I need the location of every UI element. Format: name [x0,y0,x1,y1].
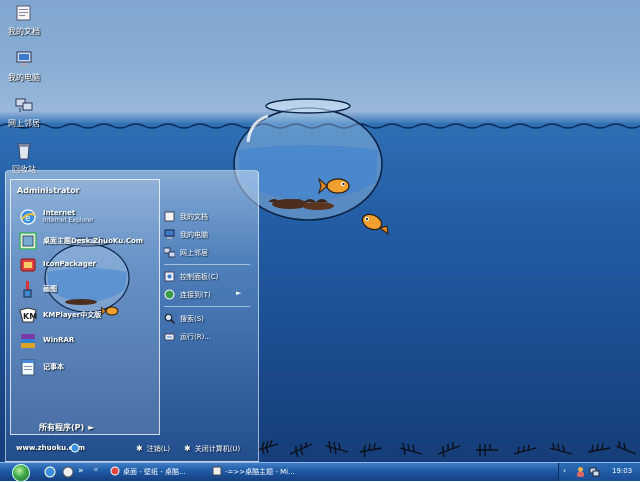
winrar-icon [21,334,35,348]
logoff-icon: ✱ [136,444,143,453]
program-iconpackager[interactable]: IconPackager [19,254,159,276]
svg-text:e: e [25,214,31,224]
program-title: 记事本 [43,363,64,371]
shutdown-icon: ✱ [184,444,191,453]
program-kmplayer[interactable]: KM KMPlayer中文版 [19,304,159,326]
connect-to-icon [164,289,175,300]
places-my-computer[interactable]: 我的电脑 [164,227,256,243]
places-label: 网上邻居 [180,249,208,257]
network-places-icon [164,247,175,258]
browser-icon [212,466,222,476]
quick-launch-browser-icon[interactable] [62,466,74,478]
program-title: Internet [43,209,76,217]
menu-separator [164,264,250,265]
all-programs-label: 所有程序(P) [39,423,85,432]
menu-separator [164,306,250,307]
program-title: 画图 [43,285,57,293]
places-label: 我的文档 [180,213,208,221]
taskbar-task[interactable]: -=>>桌酷主题 - Mi... [210,465,302,479]
places-network[interactable]: 网上邻居 [164,245,256,261]
search-icon [164,313,175,324]
program-internet-explorer[interactable]: e Internet Internet Explorer [19,206,159,228]
places-search[interactable]: 搜索(S) [164,311,256,327]
fish-skeletons-decoration [257,439,637,458]
quick-launch-ie-icon[interactable] [44,466,56,478]
logoff-button[interactable]: ✱ 注销(L) [136,444,170,454]
places-label: 我的电脑 [180,231,208,239]
kmplayer-icon: KM [19,307,37,323]
my-computer-icon [16,51,32,66]
shutdown-label: 关闭计算机(U) [194,445,241,453]
clock[interactable]: 19:03 [612,467,632,475]
tray-user-icon[interactable] [575,466,586,477]
program-paint[interactable]: 画图 [19,278,159,300]
desktop-icon-label: 我的文档 [8,27,40,36]
places-my-documents[interactable]: 我的文档 [164,209,256,225]
shutdown-button[interactable]: ✱ 关闭计算机(U) [184,444,240,454]
recycle-bin-icon [17,143,31,160]
goldfish-illustration [361,213,389,236]
desktop-wallpaper: 我的文档 我的电脑 网上邻居 回收站 [0,0,640,462]
program-title: 桌面主题Desk.ZhuoKu.Com [43,237,144,245]
taskbar-task[interactable]: 桌面 - 壁纸 - 桌酷... [108,465,204,479]
task-label: -=>>桌酷主题 - Mi... [225,468,295,476]
my-computer-icon [164,229,175,239]
internet-explorer-icon: e [20,209,36,225]
places-label: 控制面板(C) [180,273,219,281]
run-icon [164,333,175,341]
notepad-icon [21,359,35,376]
desktop-icon-my-computer[interactable]: 我的电脑 [2,50,46,83]
my-documents-icon [164,211,175,222]
desktop-icon-network-places[interactable]: 网上邻居 [2,96,46,129]
desktop-icon-my-documents[interactable]: 我的文档 [2,4,46,37]
places-connect-to[interactable]: 连接到(T) ► [164,287,256,303]
places-control-panel[interactable]: 控制面板(C) [164,269,256,285]
places-label: 搜索(S) [180,315,204,323]
arrow-right-icon: ► [88,423,95,432]
browser-icon [110,466,120,476]
paint-icon [23,281,32,298]
tray-expand-icon[interactable]: ‹ [563,466,566,475]
iconpackager-icon [20,258,36,272]
quick-launch-chevron-icon[interactable]: » [78,466,90,478]
program-theme[interactable]: 桌面主题Desk.ZhuoKu.Com [19,230,159,252]
theme-icon [19,232,37,250]
start-button[interactable] [12,464,30,482]
taskbar: » « 桌面 - 壁纸 - 桌酷... -=>>桌酷主题 - Mi... ‹ 1… [0,462,640,482]
start-menu-programs-panel: Administrator e Internet Internet Explor… [10,179,160,435]
taskbar-separator-icon: « [93,465,99,475]
program-notepad[interactable]: 记事本 [19,356,159,378]
places-label: 连接到(T) [180,291,211,299]
start-menu: Administrator e Internet Internet Explor… [5,170,259,462]
globe-icon [70,443,80,453]
task-label: 桌面 - 壁纸 - 桌酷... [123,468,186,476]
program-title: IconPackager [43,260,96,268]
tray-network-icon[interactable] [589,466,600,477]
desktop-icon-label: 网上邻居 [8,119,40,128]
submenu-arrow-icon: ► [236,289,242,297]
program-subtitle: Internet Explorer [43,217,94,224]
all-programs-button[interactable]: 所有程序(P) ► [39,422,94,433]
places-label: 运行(R)... [180,333,212,341]
places-run[interactable]: 运行(R)... [164,329,256,345]
network-places-icon [15,98,33,112]
my-documents-icon [16,5,31,21]
goldfish-illustration [318,177,350,195]
program-title: WinRAR [43,336,75,344]
program-winrar[interactable]: WinRAR [19,330,159,352]
control-panel-icon [164,271,175,282]
program-title: KMPlayer中文版 [43,311,102,319]
user-name: Administrator [17,186,80,195]
desktop-icon-label: 我的电脑 [8,73,40,82]
logoff-label: 注销(L) [146,445,171,453]
svg-text:KM: KM [23,312,37,321]
